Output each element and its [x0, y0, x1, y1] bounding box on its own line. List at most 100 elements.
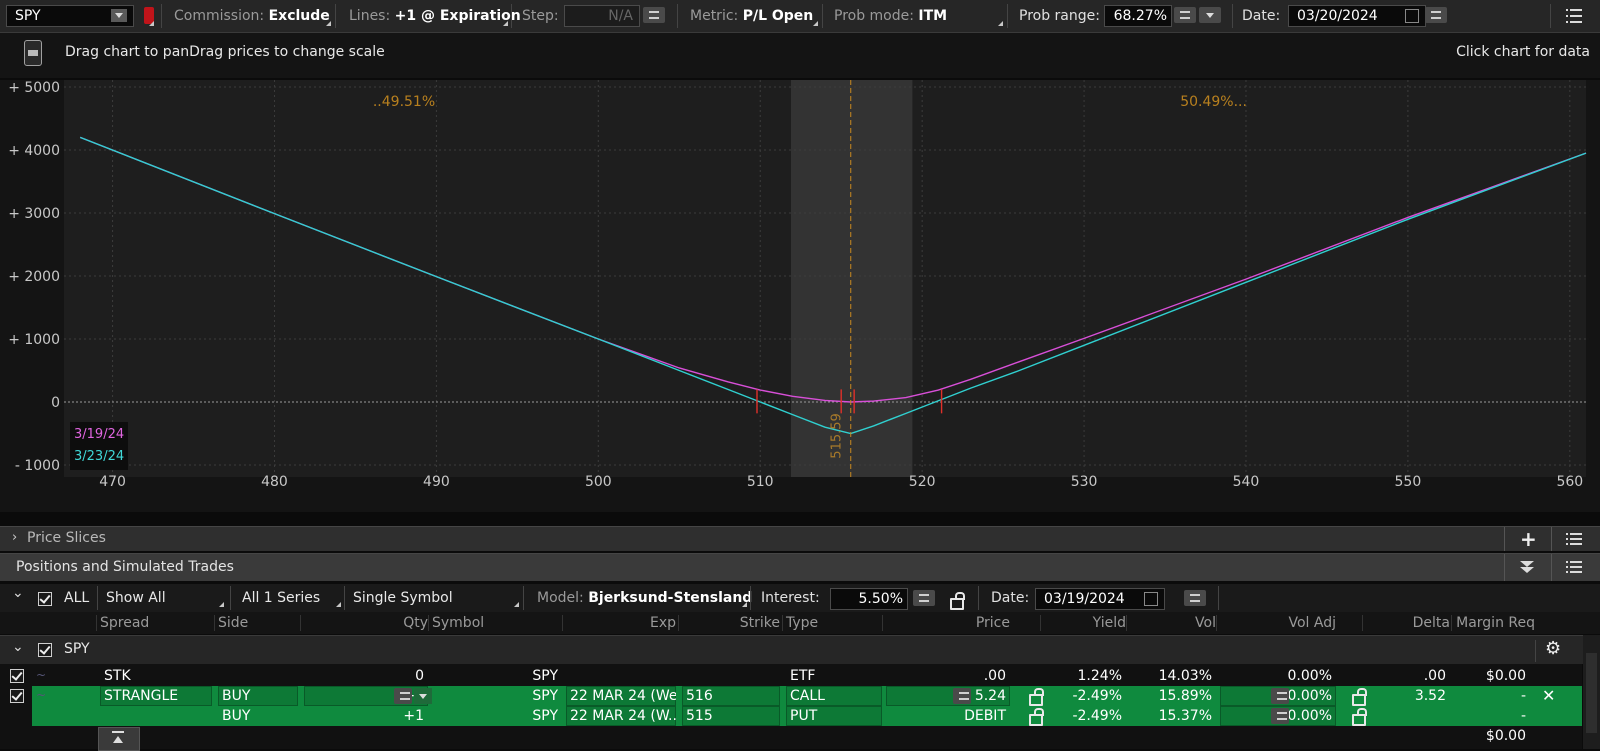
scroll-to-top-button[interactable]: [98, 727, 140, 751]
chevron-down-icon: [1520, 567, 1534, 573]
metric-selector[interactable]: Metric: P/L Open: [690, 0, 813, 32]
divider: [1551, 527, 1552, 551]
cell-delta: .00: [1423, 668, 1446, 684]
group-checkbox[interactable]: [38, 643, 52, 657]
sim-date-spinner[interactable]: [1184, 590, 1206, 606]
scrollbar[interactable]: [1583, 635, 1600, 749]
column-header-strike[interactable]: Strike: [682, 612, 780, 634]
sim-date-input[interactable]: 03/19/2024: [1035, 588, 1165, 610]
scrollbar-thumb[interactable]: [1586, 653, 1597, 733]
table-row[interactable]: ~ STK 0 SPY ETF .00 1.24% 14.03% 0.00% .00 $0.00: [10, 666, 1582, 686]
lines-selector[interactable]: Lines: +1 @ Expiration: [349, 0, 521, 32]
column-header-delta[interactable]: Delta: [1366, 612, 1450, 634]
cell-symbol: SPY: [532, 708, 558, 724]
model-selector[interactable]: Model: Bjerksund-Stensland: [537, 590, 752, 606]
column-divider: [1126, 615, 1127, 631]
menu-icon[interactable]: [1566, 9, 1582, 23]
cell-exp[interactable]: 22 MAR 24 (W...: [566, 706, 676, 726]
cell-exp[interactable]: 22 MAR 24 (Wee: [566, 686, 676, 706]
unlock-icon[interactable]: [950, 592, 965, 610]
chevron-right-icon[interactable]: ›: [12, 530, 17, 545]
column-header-vol-adj[interactable]: Vol Adj: [1220, 612, 1336, 634]
column-header-side[interactable]: Side: [218, 612, 248, 634]
cell-strike[interactable]: 516: [682, 686, 780, 706]
y-tick-label: - 1000: [15, 458, 60, 474]
table-row[interactable]: BUY +1 SPY 22 MAR 24 (W... 515 PUT DEBIT -2.49%…: [32, 706, 1582, 726]
qty-dropdown[interactable]: [414, 688, 432, 704]
column-header-margin-req[interactable]: Margin Req: [1455, 612, 1535, 634]
symbol-field[interactable]: SPY: [6, 5, 134, 27]
cell-strike[interactable]: 515: [682, 706, 780, 726]
table-row[interactable]: ~STRANGLEBUY+1SPY22 MAR 24 (Wee516CALL5.…: [10, 686, 1582, 706]
risk-profile-chart[interactable]: 470 480 490 500 510 520 530 540 550 560 + 5000 + 40…: [0, 80, 1600, 512]
cell-side[interactable]: BUY: [218, 706, 298, 726]
column-header-yield[interactable]: Yield: [1044, 612, 1126, 634]
column-header-exp[interactable]: Exp: [566, 612, 676, 634]
cell-yield: -2.49%: [1072, 708, 1122, 724]
row-checkbox[interactable]: [10, 689, 24, 703]
series-dropdown[interactable]: All 1 Series: [242, 590, 320, 606]
x-tick-label: 520: [909, 474, 936, 490]
gear-icon[interactable]: ⚙: [1545, 638, 1561, 659]
chevron-down-icon: [115, 13, 123, 18]
symbol-dropdown[interactable]: [111, 9, 127, 22]
probmode-selector[interactable]: Prob mode: ITM: [834, 0, 947, 32]
unlock-icon[interactable]: [1352, 708, 1367, 726]
cell-symbol: SPY: [532, 668, 558, 684]
menu-icon[interactable]: [1566, 561, 1582, 575]
voladj-spinner[interactable]: [1271, 688, 1289, 704]
unlock-icon[interactable]: [1352, 688, 1367, 706]
group-symbol: SPY: [64, 641, 90, 657]
divider: [978, 586, 979, 610]
chevron-down-icon[interactable]: ⌄: [12, 639, 24, 655]
price-spinner[interactable]: [953, 688, 971, 704]
calendar-icon[interactable]: [1144, 592, 1158, 606]
chart-svg[interactable]: 470 480 490 500 510 520 530 540 550 560 + 5000 + 40…: [0, 80, 1600, 512]
step-input[interactable]: N/A: [564, 5, 640, 27]
single-symbol-dropdown[interactable]: Single Symbol: [353, 590, 453, 606]
cell-spread: STRANGLE: [100, 686, 212, 706]
menu-icon[interactable]: [1566, 533, 1582, 547]
commission-selector[interactable]: Commission: Exclude: [174, 0, 330, 32]
date-spinner[interactable]: [1425, 7, 1447, 23]
positions-bar[interactable]: Positions and Simulated Trades: [0, 553, 1600, 581]
column-header-price[interactable]: Price: [886, 612, 1010, 634]
date-input[interactable]: 03/20/2024: [1288, 5, 1426, 27]
x-tick-label: 530: [1071, 474, 1098, 490]
step-spinner[interactable]: [643, 7, 665, 23]
cell-qty[interactable]: +1: [304, 706, 428, 726]
probrange-dropdown[interactable]: [1199, 7, 1221, 23]
cell-price[interactable]: DEBIT: [886, 706, 1010, 726]
column-header-spread[interactable]: Spread: [100, 612, 149, 634]
calendar-icon[interactable]: [1405, 9, 1419, 23]
show-all-dropdown[interactable]: Show All: [106, 590, 166, 606]
x-tick-label: 500: [585, 474, 612, 490]
prob-left-label: ..49.51%: [373, 94, 435, 110]
select-all-checkbox[interactable]: [38, 592, 52, 606]
cell-price[interactable]: 5.24: [886, 686, 1010, 706]
cell-type[interactable]: CALL: [786, 686, 882, 706]
column-header-symbol[interactable]: Symbol: [432, 612, 484, 634]
group-row-spy[interactable]: ⌄ SPY ⚙: [0, 635, 1600, 664]
chevron-down-icon[interactable]: ⌄: [12, 585, 24, 601]
drag-scale-hint: Drag prices to change scale: [189, 44, 385, 60]
lines-value: +1 @ Expiration: [394, 8, 521, 24]
voladj-spinner[interactable]: [1271, 708, 1289, 724]
interest-input[interactable]: 5.50%: [830, 588, 908, 610]
unlock-icon[interactable]: [1029, 688, 1044, 706]
qty-spinner[interactable]: [394, 688, 412, 704]
column-divider: [214, 615, 215, 631]
interest-spinner[interactable]: [913, 590, 935, 606]
row-checkbox[interactable]: [10, 669, 24, 683]
close-icon[interactable]: ✕: [1542, 686, 1555, 705]
column-header-qty[interactable]: Qty: [304, 612, 428, 634]
column-header-vol[interactable]: Vol: [1130, 612, 1216, 634]
column-header-type[interactable]: Type: [786, 612, 818, 634]
add-icon[interactable]: +: [1520, 527, 1537, 551]
probrange-input[interactable]: 68.27%: [1104, 5, 1172, 27]
cell-side[interactable]: BUY: [218, 686, 298, 706]
probrange-spinner[interactable]: [1174, 7, 1196, 23]
price-slices-bar[interactable]: › Price Slices +: [0, 526, 1600, 551]
cell-type[interactable]: PUT: [786, 706, 882, 726]
unlock-icon[interactable]: [1029, 708, 1044, 726]
